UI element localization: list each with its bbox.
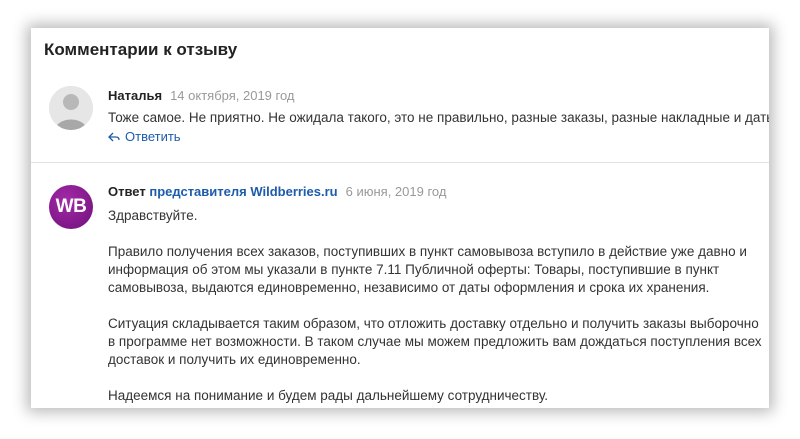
representative-link[interactable]: представителя Wildberries.ru: [149, 184, 337, 199]
reply-label: Ответить: [125, 129, 181, 144]
person-icon: [49, 86, 93, 130]
answer-body: Здравствуйте. Правило получения всех зак…: [108, 207, 763, 408]
comment-meta: Наталья 14 октября, 2019 год: [108, 88, 295, 103]
comments-panel: Комментарии к отзыву Наталья 14 октября, …: [31, 28, 769, 408]
divider: [31, 162, 769, 163]
answer-paragraph-1: Правило получения всех заказов, поступив…: [108, 244, 747, 295]
reply-icon: [108, 132, 120, 141]
answer-meta: Ответ представителя Wildberries.ru 6 июня…: [108, 184, 446, 199]
answer-paragraph-2: Ситуация складывается таким образом, что…: [108, 316, 762, 367]
comment-author: Наталья: [108, 88, 163, 103]
reply-button[interactable]: Ответить: [108, 129, 181, 144]
wb-avatar: WB: [49, 185, 93, 229]
answer-greeting: Здравствуйте.: [108, 208, 198, 223]
answer-label: Ответ: [108, 184, 146, 199]
comment-date: 14 октября, 2019 год: [170, 88, 295, 103]
answer-date: 6 июня, 2019 год: [345, 184, 447, 199]
comment-text: Тоже самое. Не приятно. Не ожидала таког…: [108, 110, 769, 125]
page-title: Комментарии к отзыву: [44, 40, 238, 59]
user-avatar: [49, 86, 93, 130]
answer-paragraph-3: Надеемся на понимание и будем рады дальн…: [108, 388, 549, 403]
